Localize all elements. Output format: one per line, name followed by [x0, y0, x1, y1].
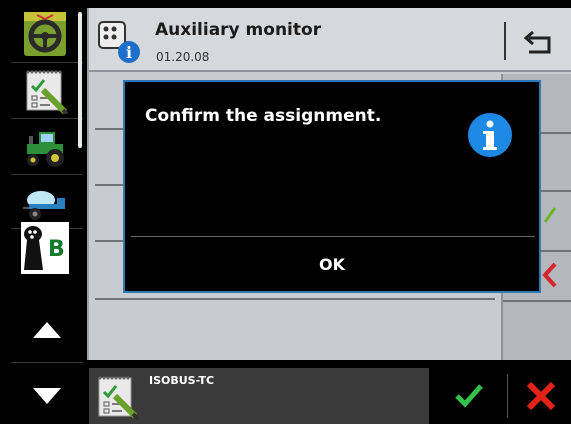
joystick-b-icon[interactable]: B	[21, 222, 69, 274]
version-label: 01.20.08	[156, 50, 210, 64]
dialog-message: Confirm the assignment.	[145, 106, 382, 126]
terminal-home-icon[interactable]	[21, 10, 69, 58]
back-arrow-icon	[523, 30, 551, 54]
confirm-button[interactable]	[451, 380, 487, 412]
scroll-down-icon[interactable]	[31, 386, 63, 408]
app-label: ISOBUS-TC	[149, 374, 215, 387]
partial-cross-icon[interactable]	[541, 262, 557, 288]
scroll-up-icon[interactable]	[31, 318, 63, 340]
back-button[interactable]	[517, 22, 561, 62]
bottom-divider	[507, 374, 508, 418]
list-divider	[503, 300, 571, 302]
sidebar-separator	[11, 174, 83, 175]
sidebar-separator	[11, 62, 83, 63]
auxiliary-monitor-info-icon: i	[97, 20, 143, 66]
tractor-icon[interactable]	[21, 122, 69, 170]
header: i Auxiliary monitor 01.20.08	[89, 8, 571, 72]
partial-check-icon[interactable]	[543, 204, 557, 226]
isobus-tc-panel[interactable]: ISOBUS-TC	[89, 368, 429, 424]
sidebar-separator	[11, 362, 83, 363]
confirm-dialog: Confirm the assignment. OK	[123, 80, 541, 293]
cross-icon	[526, 381, 556, 411]
sidebar-scrollbar[interactable]	[78, 12, 82, 148]
header-divider	[504, 22, 506, 60]
check-icon	[455, 384, 483, 408]
ok-button[interactable]: OK	[125, 238, 539, 291]
task-notepad-icon	[95, 374, 141, 422]
sidebar-separator	[11, 118, 83, 119]
bottom-bar: ISOBUS-TC	[87, 366, 571, 424]
dialog-separator	[131, 236, 535, 237]
screen: B i Auxiliary monitor 01.20.08 Confirm t…	[0, 0, 571, 424]
svg-text:i: i	[126, 43, 132, 62]
task-notepad-icon[interactable]	[21, 66, 69, 116]
joystick-letter: B	[48, 237, 65, 262]
sprayer-icon[interactable]	[21, 178, 69, 226]
info-icon	[467, 112, 513, 158]
cancel-button[interactable]	[523, 380, 559, 412]
page-title: Auxiliary monitor	[155, 20, 322, 40]
list-divider	[95, 298, 495, 300]
sidebar: B	[11, 0, 83, 424]
